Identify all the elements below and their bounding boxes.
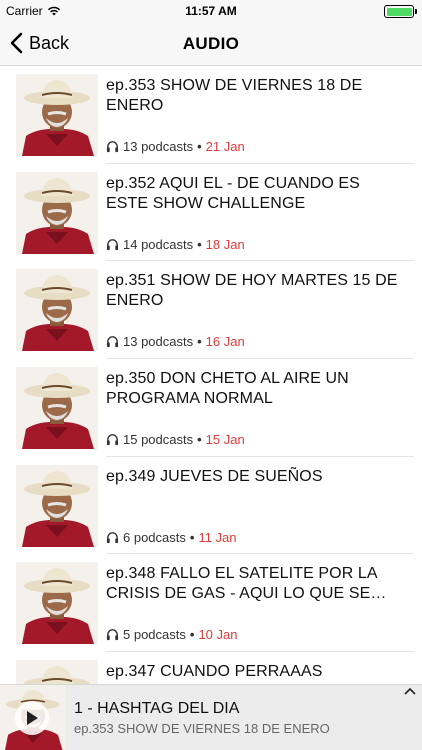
episode-thumbnail <box>16 660 98 684</box>
cowboy-portrait-image <box>16 269 98 352</box>
player-track-title: 1 - HASHTAG DEL DIA <box>74 700 240 717</box>
episode-thumbnail <box>16 74 98 156</box>
cowboy-portrait-image <box>16 562 98 645</box>
episode-date: 15 Jan <box>205 432 245 448</box>
episode-title: ep.353 SHOW DE VIERNES 18 DE ENERO <box>106 77 363 114</box>
cowboy-portrait-image <box>16 660 98 684</box>
cowboy-portrait-image <box>16 367 98 450</box>
episode-date: 21 Jan <box>205 139 245 154</box>
meta-separator: • <box>197 432 202 448</box>
headphones-icon <box>106 434 119 446</box>
mini-player[interactable]: 1 - HASHTAG DEL DIA ep.353 SHOW DE VIERN… <box>0 684 422 750</box>
headphones-icon <box>106 141 119 153</box>
play-button[interactable] <box>15 701 49 735</box>
episode-title: ep.350 DON CHETO AL AIRE UN PROGRAMA NOR… <box>106 370 349 408</box>
battery-icon <box>384 5 417 18</box>
headphones-icon <box>106 336 119 348</box>
episode-meta: 14 podcasts • 18 Jan <box>106 237 245 252</box>
episode-meta: 15 podcasts • 15 Jan <box>106 432 245 447</box>
podcast-count: 13 podcasts <box>123 139 194 154</box>
episode-list-item[interactable]: ep.349 JUEVES DE SUEÑOS 6 podcasts • 11 Jan <box>0 457 422 555</box>
headphones-icon <box>106 531 119 543</box>
podcast-count: 15 podcasts <box>123 432 194 448</box>
episode-meta: 13 podcasts • 16 Jan <box>106 334 245 349</box>
status-bar: Carrier 11:57 AM <box>0 0 422 22</box>
headphones-icon <box>106 629 119 641</box>
episode-meta: 13 podcasts • 21 Jan <box>106 139 245 154</box>
episode-thumbnail <box>16 367 98 450</box>
podcast-count: 14 podcasts <box>123 236 194 252</box>
meta-separator: • <box>189 529 195 545</box>
player-episode-title: ep.353 SHOW DE VIERNES 18 DE ENERO <box>74 721 330 736</box>
episode-list-item[interactable]: ep.350 DON CHETO AL AIRE UN PROGRAMA NOR… <box>0 359 422 457</box>
episode-thumbnail <box>16 562 98 645</box>
episode-date: 10 Jan <box>198 627 238 643</box>
episode-title: ep.348 FALLO EL SATELITE POR LA CRISIS D… <box>106 565 387 603</box>
episode-list[interactable]: ep.353 SHOW DE VIERNES 18 DE ENERO 13 pod… <box>0 66 422 684</box>
episode-list-item[interactable]: ep.348 FALLO EL SATELITE POR LA CRISIS D… <box>0 554 422 653</box>
headphones-icon <box>106 238 119 250</box>
clock: 11:57 AM <box>185 4 237 18</box>
podcast-count: 6 podcasts <box>123 529 186 545</box>
meta-separator: • <box>197 334 202 350</box>
episode-date: 18 Jan <box>205 236 245 252</box>
episode-title: ep.352 AQUI EL - DE CUANDO ES ESTE SHOW … <box>106 174 360 212</box>
episode-title: ep.347 CUANDO PERRAAAS <box>106 663 323 681</box>
episode-title: ep.351 SHOW DE HOY MARTES 15 DE ENERO <box>106 272 398 310</box>
episode-meta: 5 podcasts • 10 Jan <box>106 627 237 642</box>
episode-list-item[interactable]: ep.352 AQUI EL - DE CUANDO ES ESTE SHOW … <box>0 164 422 262</box>
play-icon <box>27 711 38 725</box>
cowboy-portrait-image <box>16 74 98 156</box>
episode-thumbnail <box>16 464 98 547</box>
navigation-bar: Back AUDIO <box>0 22 422 66</box>
cowboy-portrait-image <box>16 171 98 254</box>
episode-meta: 6 podcasts • 11 Jan <box>106 530 237 545</box>
podcast-count: 5 podcasts <box>123 627 186 643</box>
episode-list-item[interactable]: ep.347 CUANDO PERRAAAS <box>0 652 422 684</box>
episode-list-item[interactable]: ep.353 SHOW DE VIERNES 18 DE ENERO 13 pod… <box>0 66 422 164</box>
episode-title: ep.349 JUEVES DE SUEÑOS <box>106 467 323 485</box>
podcast-count: 13 podcasts <box>123 334 194 350</box>
episode-date: 16 Jan <box>205 334 245 350</box>
episode-date: 11 Jan <box>198 529 237 545</box>
meta-separator: • <box>197 139 202 154</box>
chevron-up-icon[interactable] <box>404 687 416 695</box>
meta-separator: • <box>197 236 202 252</box>
episode-thumbnail <box>16 269 98 352</box>
meta-separator: • <box>189 627 195 643</box>
episode-thumbnail <box>16 171 98 254</box>
episode-list-item[interactable]: ep.351 SHOW DE HOY MARTES 15 DE ENERO 13 … <box>0 261 422 360</box>
cowboy-portrait-image <box>16 464 98 547</box>
page-title: AUDIO <box>182 34 240 53</box>
